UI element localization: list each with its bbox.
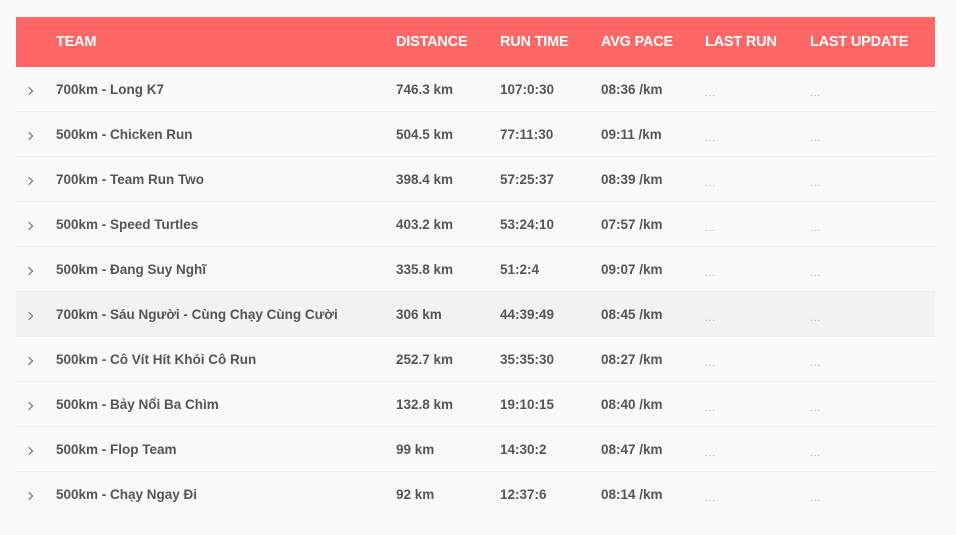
expand-toggle[interactable]	[16, 307, 56, 322]
team-name: 500km - Cô Vít Hít Khói Cô Run	[56, 351, 257, 367]
distance-value: 504.5 km	[396, 126, 454, 142]
run-time-value: 77:11:30	[500, 126, 554, 142]
table-row[interactable]: 700km - Sáu Người - Cùng Chạy Cùng Cười …	[16, 292, 935, 337]
team-name: 500km - Flop Team	[56, 441, 177, 457]
expand-toggle[interactable]	[16, 352, 56, 367]
chevron-right-icon	[24, 221, 34, 230]
expand-toggle[interactable]	[16, 82, 56, 97]
run-time-value: 51:2:4	[500, 261, 540, 277]
distance-value: 335.8 km	[396, 261, 454, 277]
avg-pace-value: 08:27 /km	[601, 351, 663, 367]
team-name: 500km - Chicken Run	[56, 126, 193, 142]
last-update-value: ...	[810, 356, 821, 367]
avg-pace-value: 09:11 /km	[601, 126, 662, 142]
run-time-value: 12:37:6	[500, 487, 547, 502]
last-update-value: ...	[810, 446, 821, 457]
run-time-value: 19:10:15	[500, 396, 555, 412]
chevron-right-icon	[24, 446, 34, 455]
team-name: 700km - Team Run Two	[56, 171, 205, 187]
chevron-right-icon	[24, 311, 34, 320]
avg-pace-value: 08:36 /km	[601, 81, 663, 97]
table-row[interactable]: 700km - Long K7 746.3 km 107:0:30 08:36 …	[16, 67, 935, 112]
last-update-value: ...	[810, 86, 821, 97]
distance-value: 92 km	[396, 487, 435, 502]
distance-value: 398.4 km	[396, 171, 454, 187]
last-run-value: ...	[705, 492, 716, 502]
team-name: 500km - Đang Suy Nghĩ	[56, 261, 207, 277]
distance-value: 99 km	[396, 441, 435, 457]
table-row[interactable]: 700km - Team Run Two 398.4 km 57:25:37 0…	[16, 157, 935, 202]
run-time-value: 53:24:10	[500, 216, 555, 232]
table-row[interactable]: 500km - Flop Team 99 km 14:30:2 08:47 /k…	[16, 427, 935, 472]
expand-toggle[interactable]	[16, 172, 56, 187]
last-run-value: ...	[705, 401, 716, 412]
last-update-value: ...	[810, 266, 821, 277]
header-run-time[interactable]: RUN TIME	[500, 34, 601, 50]
team-name: 500km - Chạy Ngay Đi	[56, 487, 198, 502]
table-row[interactable]: 500km - Chạy Ngay Đi 92 km 12:37:6 08:14…	[16, 472, 935, 517]
table-row[interactable]: 500km - Đang Suy Nghĩ 335.8 km 51:2:4 09…	[16, 247, 935, 292]
avg-pace-value: 08:47 /km	[601, 441, 663, 457]
last-update-value: ...	[810, 492, 821, 502]
table-row[interactable]: 500km - Bảy Nổi Ba Chìm 132.8 km 19:10:1…	[16, 382, 935, 427]
chevron-right-icon	[24, 266, 34, 275]
last-run-value: ...	[705, 131, 716, 142]
distance-value: 746.3 km	[396, 81, 454, 97]
run-time-value: 57:25:37	[500, 171, 555, 187]
last-update-value: ...	[810, 221, 821, 232]
header-team[interactable]: TEAM	[56, 34, 396, 50]
expand-toggle[interactable]	[16, 217, 56, 232]
last-run-value: ...	[705, 446, 716, 457]
chevron-right-icon	[24, 86, 34, 95]
distance-value: 403.2 km	[396, 216, 454, 232]
last-run-value: ...	[705, 221, 716, 232]
table-row[interactable]: 500km - Chicken Run 504.5 km 77:11:30 09…	[16, 112, 935, 157]
leaderboard-table: TEAM DISTANCE RUN TIME AVG PACE LAST RUN…	[16, 17, 935, 517]
expand-toggle[interactable]	[16, 487, 56, 502]
header-avg-pace[interactable]: AVG PACE	[601, 34, 705, 50]
avg-pace-value: 08:14 /km	[601, 487, 663, 502]
distance-value: 306 km	[396, 306, 442, 322]
team-name: 500km - Bảy Nổi Ba Chìm	[56, 396, 219, 412]
chevron-right-icon	[24, 176, 34, 185]
table-header: TEAM DISTANCE RUN TIME AVG PACE LAST RUN…	[16, 17, 935, 67]
team-name: 700km - Long K7	[56, 81, 165, 97]
run-time-value: 44:39:49	[500, 306, 555, 322]
expand-toggle[interactable]	[16, 127, 56, 142]
last-update-value: ...	[810, 176, 821, 187]
table-row[interactable]: 500km - Speed Turtles 403.2 km 53:24:10 …	[16, 202, 935, 247]
avg-pace-value: 08:39 /km	[601, 171, 663, 187]
last-update-value: ...	[810, 311, 821, 322]
chevron-right-icon	[24, 131, 34, 140]
chevron-right-icon	[24, 491, 34, 501]
team-name: 700km - Sáu Người - Cùng Chạy Cùng Cười	[56, 306, 338, 322]
header-last-run[interactable]: LAST RUN	[705, 34, 810, 50]
run-time-value: 35:35:30	[500, 351, 555, 367]
avg-pace-value: 07:57 /km	[601, 216, 663, 232]
team-name: 500km - Speed Turtles	[56, 216, 199, 232]
avg-pace-value: 08:45 /km	[601, 306, 663, 322]
run-time-value: 107:0:30	[500, 81, 555, 97]
last-run-value: ...	[705, 176, 716, 187]
run-time-value: 14:30:2	[500, 441, 547, 457]
last-run-value: ...	[705, 356, 716, 367]
avg-pace-value: 09:07 /km	[601, 261, 663, 277]
last-run-value: ...	[705, 266, 716, 277]
distance-value: 132.8 km	[396, 396, 454, 412]
last-update-value: ...	[810, 131, 821, 142]
expand-toggle[interactable]	[16, 397, 56, 412]
last-run-value: ...	[705, 86, 716, 97]
distance-value: 252.7 km	[396, 351, 454, 367]
header-distance[interactable]: DISTANCE	[396, 34, 500, 50]
header-last-update[interactable]: LAST UPDATE	[810, 34, 935, 50]
chevron-right-icon	[24, 356, 34, 365]
expand-toggle[interactable]	[16, 262, 56, 277]
last-update-value: ...	[810, 401, 821, 412]
chevron-right-icon	[24, 401, 34, 410]
avg-pace-value: 08:40 /km	[601, 396, 663, 412]
last-run-value: ...	[705, 311, 716, 322]
table-row[interactable]: 500km - Cô Vít Hít Khói Cô Run 252.7 km …	[16, 337, 935, 382]
table-body: 700km - Long K7 746.3 km 107:0:30 08:36 …	[16, 67, 935, 517]
expand-toggle[interactable]	[16, 442, 56, 457]
